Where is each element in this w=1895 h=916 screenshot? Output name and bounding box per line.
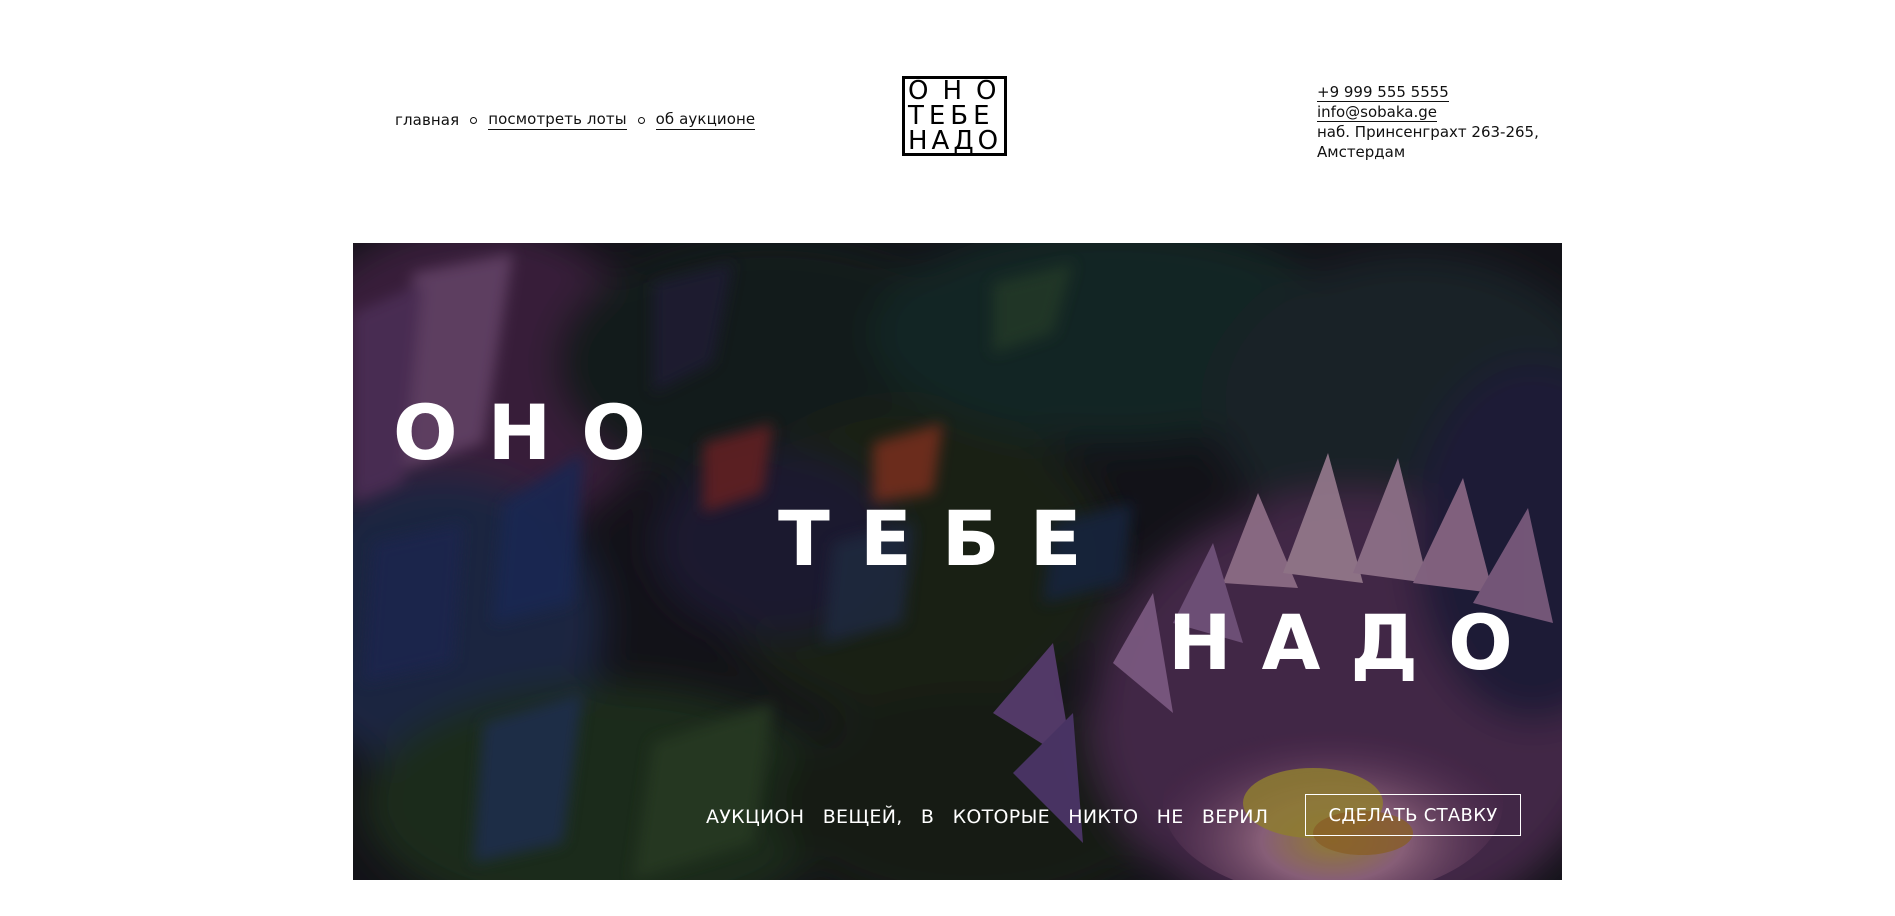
hero-title-word-1: ОНО (393, 388, 676, 477)
address-line-1: наб. Принсенграхт 263-265, (1317, 123, 1539, 141)
email-link[interactable]: info@sobaka.ge (1317, 104, 1437, 122)
nav-separator-dot (637, 116, 645, 124)
phone-link[interactable]: +9 999 555 5555 (1317, 84, 1449, 102)
hero-title-word-3: НАДО (1168, 598, 1543, 687)
contact-block: +9 999 555 5555 info@sobaka.ge наб. Прин… (1317, 82, 1539, 162)
site-logo[interactable]: ОНО ТЕБЕ НАДО (902, 76, 1007, 156)
logo-line-3: НАДО (908, 126, 1003, 156)
logo-text-1: ОНО (908, 76, 1011, 106)
hero-tagline: АУКЦИОН ВЕЩЕЙ, В КОТОРЫЕ НИКТО НЕ ВЕРИЛ (706, 806, 1269, 828)
nav-link-about-auction[interactable]: об аукционе (655, 110, 756, 130)
hero-banner: ОНО ТЕБЕ НАДО АУКЦИОН ВЕЩЕЙ, В КОТОРЫЕ Н… (353, 243, 1562, 880)
logo-text-2: ТЕБЕ (908, 101, 995, 131)
page: главная посмотреть лоты об аукционе ОНО … (0, 0, 1895, 916)
logo-line-2: ТЕБЕ (908, 101, 1001, 131)
nav-separator-dot (470, 116, 478, 124)
logo-text-3: НАДО (908, 126, 1003, 156)
nav-link-home[interactable]: главная (395, 111, 459, 129)
nav-link-view-lots[interactable]: посмотреть лоты (488, 110, 627, 130)
logo-line-1: ОНО (908, 78, 1001, 104)
main-nav: главная посмотреть лоты об аукционе (395, 110, 756, 130)
logo-frame: ОНО ТЕБЕ НАДО (905, 78, 1004, 156)
address-line-2: Амстердам (1317, 143, 1406, 161)
hero-title-word-2: ТЕБЕ (778, 494, 1112, 583)
place-bid-button[interactable]: СДЕЛАТЬ СТАВКУ (1305, 794, 1521, 836)
